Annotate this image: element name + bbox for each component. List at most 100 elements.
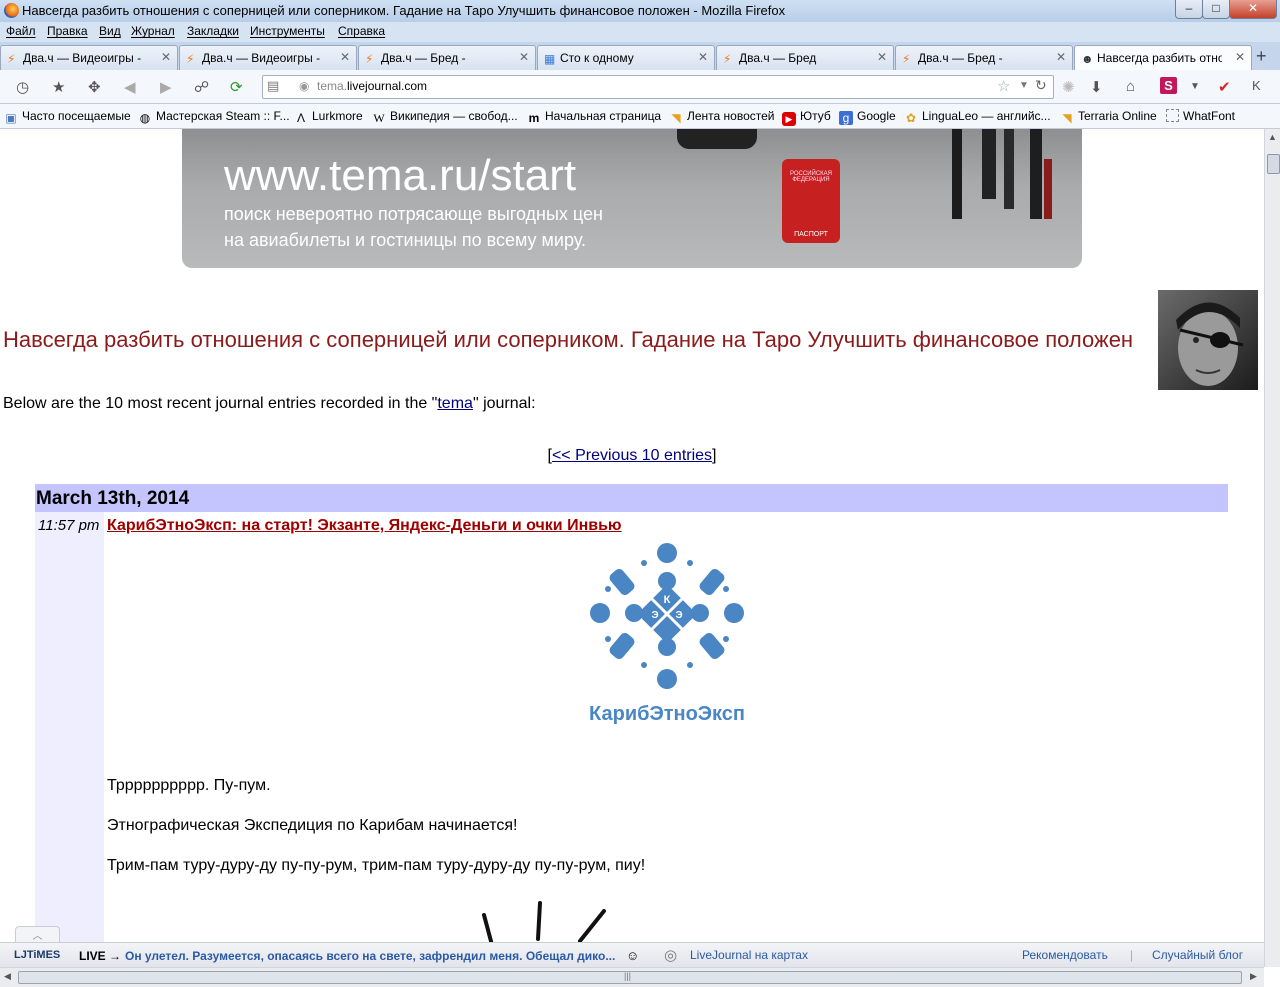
refresh-icon[interactable]: ↻ bbox=[1035, 77, 1047, 94]
forward-arrow-icon[interactable]: ▶ bbox=[160, 78, 172, 96]
author-avatar[interactable] bbox=[1158, 290, 1258, 390]
vertical-scroll-thumb[interactable] bbox=[1267, 154, 1280, 174]
tab-sto-k-odnomu[interactable]: ▦ Сто к одному ✕ bbox=[537, 45, 715, 70]
address-bar[interactable]: ▤ ◉ tema.livejournal.com ☆ ▼ ↻ bbox=[262, 75, 1054, 99]
s-addon-icon[interactable]: S bbox=[1160, 77, 1177, 94]
random-blog-link[interactable]: Случайный блог bbox=[1152, 948, 1243, 962]
bookmark-steam-workshop[interactable]: ◍ Мастерская Steam :: F... bbox=[138, 109, 290, 125]
tab-2ch-games-1[interactable]: ⚡ Два.ч — Видеоигры - ✕ bbox=[0, 45, 178, 70]
minimize-button[interactable]: – bbox=[1175, 0, 1203, 19]
loading-spinner-icon: ✺ bbox=[1062, 79, 1075, 96]
live-label: LIVE → bbox=[79, 949, 122, 963]
bookmark-whatfont[interactable]: WhatFont bbox=[1166, 109, 1235, 123]
people-icon[interactable]: ☍ bbox=[194, 78, 209, 96]
dropdown-arrow-icon[interactable]: ▼ bbox=[1019, 80, 1029, 91]
ljtimes-logo[interactable]: LJTiMES bbox=[14, 949, 60, 961]
bookmark-wikipedia[interactable]: W Википедия — свобод... bbox=[372, 109, 517, 125]
tab-bar: ⚡ Два.ч — Видеоигры - ✕ ⚡ Два.ч — Видеои… bbox=[0, 42, 1280, 71]
steam-icon: ◍ bbox=[139, 111, 151, 125]
bookmark-news-feed[interactable]: ◥ Лента новостей bbox=[669, 109, 774, 125]
bookmark-youtube[interactable]: ▶ Ютуб bbox=[782, 109, 831, 126]
lightning-icon: ⚡ bbox=[365, 52, 374, 66]
rss-feed-icon: ◥ bbox=[1062, 111, 1072, 125]
lj-maps-link[interactable]: LiveJournal на картах bbox=[690, 948, 808, 962]
menu-bookmarks[interactable]: Закладки bbox=[187, 24, 239, 38]
download-arrow-icon[interactable]: ⬇ bbox=[1090, 78, 1103, 96]
pagination: [<< Previous 10 entries] bbox=[0, 447, 1264, 465]
back-arrow-icon[interactable]: ◀ bbox=[124, 78, 136, 96]
entry-title-link[interactable]: КарибЭтноЭксп: на старт! Экзанте, Яндекс… bbox=[107, 517, 622, 535]
share-icon[interactable]: ☺ bbox=[626, 948, 639, 963]
tab-label: Два.ч — Бред - bbox=[918, 51, 1003, 65]
menu-edit[interactable]: Правка bbox=[47, 24, 88, 38]
scroll-left-arrow-icon[interactable]: ◀ bbox=[4, 971, 11, 982]
advertising-banner[interactable]: РОССИЙСКАЯ ФЕДЕРАЦИЯ ПАСПОРТ www.tema.ru… bbox=[182, 129, 1082, 268]
banner-tagline-2: на авиабилеты и гостиницы по всему миру. bbox=[224, 230, 586, 250]
home-icon[interactable]: ⌂ bbox=[1126, 78, 1135, 95]
lightning-icon: ⚡ bbox=[723, 52, 732, 66]
kaspersky-icon[interactable]: ✔ bbox=[1218, 78, 1231, 96]
url-text[interactable]: tema.livejournal.com bbox=[317, 79, 427, 93]
logo-letter-e-right: Э bbox=[675, 610, 682, 621]
bookmark-terraria[interactable]: ◥ Terraria Online bbox=[1060, 109, 1156, 125]
menu-history[interactable]: Журнал bbox=[131, 24, 175, 38]
menu-file[interactable]: Файл bbox=[6, 24, 36, 38]
car-photo-detail bbox=[677, 129, 757, 149]
move-arrows-icon[interactable]: ✥ bbox=[88, 78, 101, 96]
addon-dropdown-icon[interactable]: ▼ bbox=[1190, 81, 1200, 92]
menu-help[interactable]: Справка bbox=[338, 24, 385, 38]
maximize-button[interactable]: □ bbox=[1202, 0, 1230, 19]
close-window-button[interactable]: ✕ bbox=[1229, 0, 1277, 19]
lightning-icon: ⚡ bbox=[186, 52, 195, 66]
previous-entries-link[interactable]: << Previous 10 entries bbox=[552, 447, 712, 464]
karib-etno-exp-logo: К Э Э bbox=[590, 543, 744, 689]
lightning-icon: ⚡ bbox=[7, 52, 16, 66]
close-icon[interactable]: ✕ bbox=[340, 50, 350, 64]
scroll-grip-icon: ||| bbox=[624, 971, 632, 981]
history-clock-icon[interactable]: ◷ bbox=[16, 78, 29, 96]
bookmark-start-page[interactable]: m Начальная страница bbox=[527, 109, 661, 125]
entry-paragraph: Этнографическая Экспедиция по Карибам на… bbox=[107, 817, 518, 834]
scroll-right-arrow-icon[interactable]: ▶ bbox=[1250, 971, 1257, 982]
close-icon[interactable]: ✕ bbox=[1056, 50, 1066, 64]
lingualeo-icon: ✿ bbox=[905, 111, 917, 125]
new-tab-button[interactable]: + bbox=[1256, 46, 1267, 67]
tab-2ch-b-3[interactable]: ⚡ Два.ч — Бред - ✕ bbox=[895, 45, 1073, 70]
reload-green-icon[interactable]: ⟳ bbox=[230, 78, 243, 96]
url-host-main: livejournal.com bbox=[347, 79, 428, 93]
recommend-link[interactable]: Рекомендовать bbox=[1022, 948, 1108, 962]
horizontal-scrollbar[interactable]: ◀ ||| ▶ bbox=[0, 967, 1264, 987]
bookmark-star-icon[interactable]: ★ bbox=[52, 78, 65, 96]
bookmark-most-visited[interactable]: ▣ Часто посещаемые bbox=[4, 109, 130, 125]
entry-left-column bbox=[35, 512, 104, 942]
suitcase-label: ПАСПОРТ bbox=[794, 231, 828, 238]
live-news-link[interactable]: Он улетел. Разумеется, опасаясь всего на… bbox=[125, 949, 615, 963]
star-outline-icon[interactable]: ☆ bbox=[997, 77, 1010, 95]
close-icon[interactable]: ✕ bbox=[1235, 50, 1245, 64]
ljtimes-collapse-button[interactable]: ︿ bbox=[15, 926, 60, 943]
close-icon[interactable]: ✕ bbox=[877, 50, 887, 64]
lightning-icon: ⚡ bbox=[902, 52, 911, 66]
bookmark-google[interactable]: g Google bbox=[839, 109, 896, 125]
bookmark-label: Начальная страница bbox=[545, 109, 662, 123]
logo-caption: КарибЭтноЭксп bbox=[589, 703, 745, 725]
scroll-up-arrow-icon[interactable]: ▲ bbox=[1268, 132, 1277, 142]
close-icon[interactable]: ✕ bbox=[698, 50, 708, 64]
menu-tools[interactable]: Инструменты bbox=[250, 24, 325, 38]
close-icon[interactable]: ✕ bbox=[519, 50, 529, 64]
vertical-scrollbar[interactable]: ▲ bbox=[1264, 129, 1280, 967]
game-show-icon: ▦ bbox=[544, 52, 556, 66]
bookmark-lurkmore[interactable]: Λ Lurkmore bbox=[294, 109, 363, 125]
menu-view[interactable]: Вид bbox=[99, 24, 121, 38]
identity-box-icon[interactable]: ▤ bbox=[267, 78, 279, 94]
tab-2ch-games-2[interactable]: ⚡ Два.ч — Видеоигры - ✕ bbox=[179, 45, 357, 70]
tab-current-journal[interactable]: ☻ Навсегда разбить отно... ✕ bbox=[1074, 45, 1252, 71]
tab-2ch-b-1[interactable]: ⚡ Два.ч — Бред - ✕ bbox=[358, 45, 536, 70]
close-icon[interactable]: ✕ bbox=[161, 50, 171, 64]
journal-user-link[interactable]: tema bbox=[437, 395, 473, 412]
k-addon-icon[interactable]: K bbox=[1252, 78, 1261, 93]
navigation-toolbar: ◷ ★ ✥ ◀ ▶ ☍ ⟳ ▤ ◉ tema.livejournal.com ☆… bbox=[0, 70, 1280, 104]
sketch-drawing bbox=[482, 901, 606, 942]
tab-2ch-b-2[interactable]: ⚡ Два.ч — Бред ✕ bbox=[716, 45, 894, 70]
bookmark-lingualeo[interactable]: ✿ LinguaLeo — английс... bbox=[904, 109, 1051, 125]
